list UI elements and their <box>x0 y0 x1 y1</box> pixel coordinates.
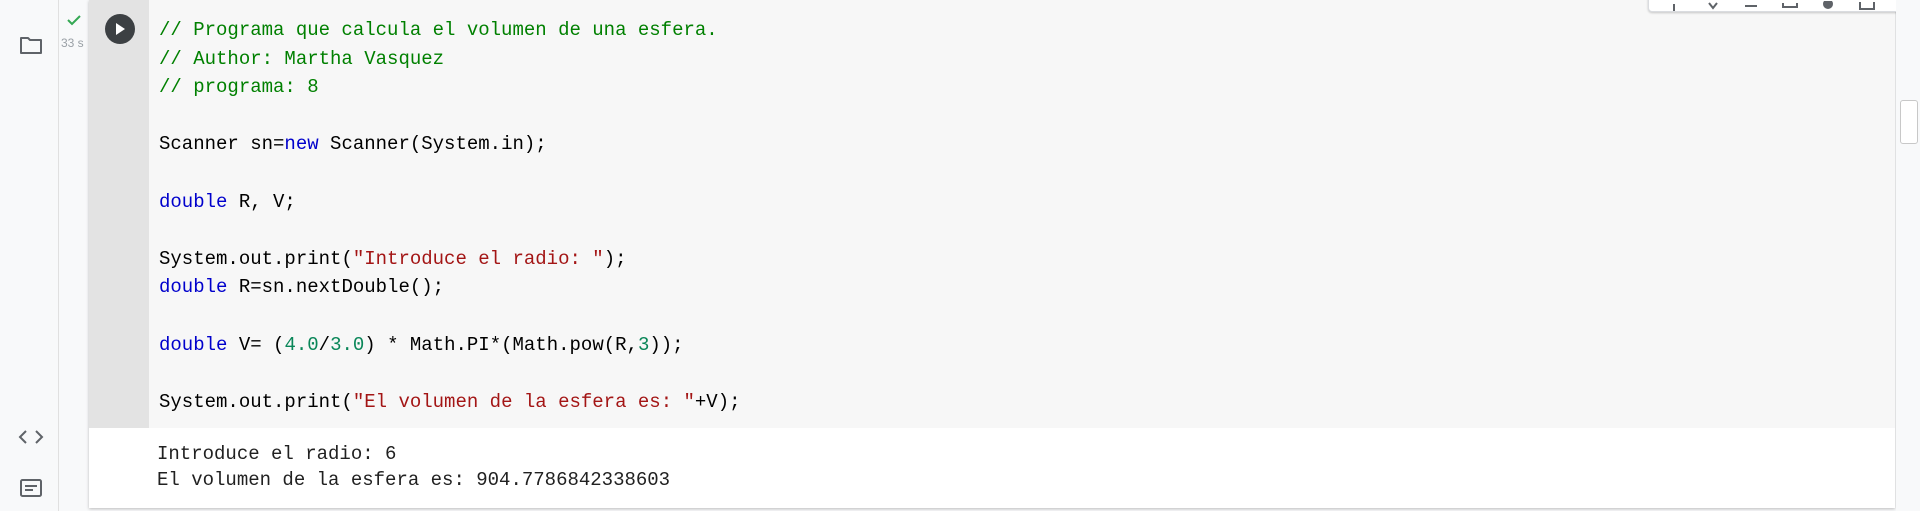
code-line[interactable]: Scanner sn=new Scanner(System.in); <box>159 130 741 159</box>
code-token: ); <box>603 247 627 270</box>
output-text: Introduce el radio: 6 El volumen de la es… <box>157 441 670 493</box>
cell-output: Introduce el radio: 6 El volumen de la es… <box>89 428 1895 508</box>
code-token: // Programa que calcula el volumen de un… <box>159 19 718 41</box>
code-token: System.out.print( <box>159 247 353 270</box>
code-token: "El volumen de la esfera es: " <box>352 390 695 413</box>
mirror-cell-icon[interactable] <box>1857 0 1877 11</box>
code-content[interactable]: // Programa que calcula el volumen de un… <box>159 16 741 416</box>
code-line[interactable]: System.out.print("Introduce el radio: ")… <box>159 245 741 274</box>
code-token: 3 <box>637 333 650 356</box>
settings-icon[interactable] <box>1818 0 1838 11</box>
code-snippets-icon <box>18 430 44 444</box>
code-token: System.out.print( <box>159 390 353 413</box>
code-line[interactable]: // programa: 8 <box>159 73 741 102</box>
terminal-button[interactable] <box>16 473 46 503</box>
code-token: "Introduce el radio: " <box>352 247 604 270</box>
code-token: / <box>318 333 331 356</box>
code-token: double <box>159 190 228 213</box>
run-cell-button[interactable] <box>105 14 135 44</box>
cell-toolbar <box>1648 0 1920 12</box>
output-line: Introduce el radio: 6 <box>157 443 397 465</box>
code-token: // programa: 8 <box>159 76 319 99</box>
code-token: R=sn.nextDouble(); <box>227 276 445 299</box>
code-token: 3.0 <box>330 333 365 356</box>
code-token: 4.0 <box>284 333 319 356</box>
folder-icon <box>20 37 42 54</box>
cell-gutter <box>89 0 149 428</box>
code-token: Scanner sn= <box>159 133 285 156</box>
code-editor[interactable]: // Programa que calcula el volumen de un… <box>149 0 1895 428</box>
play-icon <box>116 23 125 35</box>
output-line: El volumen de la esfera es: 904.77868423… <box>157 469 671 491</box>
code-line[interactable]: double R=sn.nextDouble(); <box>159 273 741 302</box>
code-token: double <box>159 333 228 356</box>
code-token: new <box>284 133 319 156</box>
code-token: )); <box>649 333 684 356</box>
code-token: // Author: Martha Vasquez <box>159 47 445 70</box>
code-line[interactable] <box>159 302 741 331</box>
link-icon[interactable] <box>1741 0 1761 11</box>
move-up-icon[interactable] <box>1664 0 1684 11</box>
terminal-icon <box>20 479 42 497</box>
files-button[interactable] <box>16 30 46 60</box>
move-down-icon[interactable] <box>1703 0 1723 11</box>
execution-time: 33 s <box>61 36 84 50</box>
vertical-scrollbar[interactable] <box>1896 0 1920 511</box>
comment-icon[interactable] <box>1780 0 1800 11</box>
checkmark-icon <box>67 15 81 26</box>
code-token: double <box>159 276 228 299</box>
code-line[interactable] <box>159 102 741 131</box>
code-token: R, V; <box>227 190 296 213</box>
code-line[interactable] <box>159 216 741 245</box>
code-line[interactable]: double V= (4.0/3.0) * Math.PI*(Math.pow(… <box>159 331 741 360</box>
code-line[interactable]: // Author: Martha Vasquez <box>159 45 741 74</box>
code-line[interactable] <box>159 159 741 188</box>
scrollbar-thumb[interactable] <box>1900 100 1918 144</box>
code-token: ) * Math.PI*(Math.pow(R, <box>364 333 638 356</box>
code-line[interactable]: double R, V; <box>159 188 741 217</box>
code-line[interactable]: // Programa que calcula el volumen de un… <box>159 16 741 45</box>
code-line[interactable] <box>159 359 741 388</box>
code-cell[interactable]: // Programa que calcula el volumen de un… <box>89 0 1920 508</box>
code-token: +V); <box>694 390 741 413</box>
code-snippets-button[interactable] <box>16 422 46 452</box>
code-line[interactable]: System.out.print("El volumen de la esfer… <box>159 388 741 417</box>
cell-execution-status: 33 s <box>59 14 89 54</box>
left-sidebar <box>0 0 59 511</box>
code-token: V= ( <box>227 333 285 356</box>
code-token: Scanner(System.in); <box>318 133 547 156</box>
